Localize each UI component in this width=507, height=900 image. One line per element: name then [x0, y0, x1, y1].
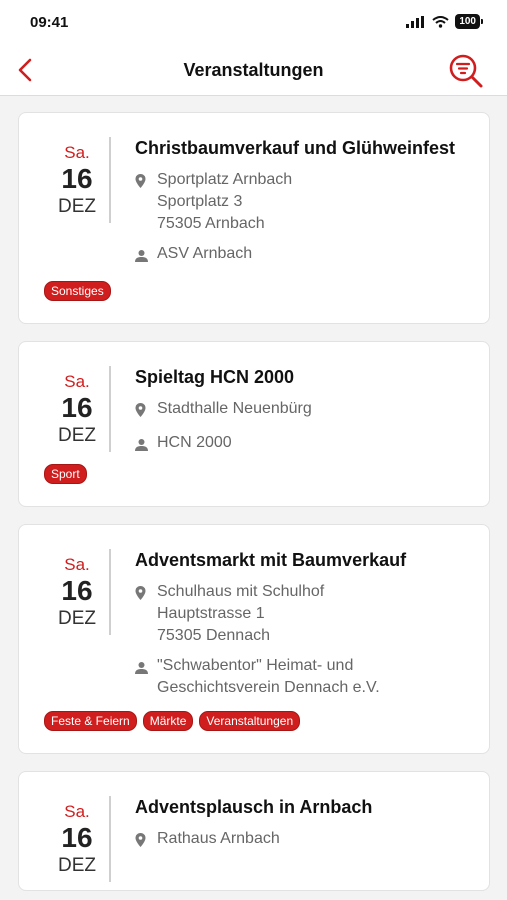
page-title: Veranstaltungen — [183, 60, 324, 80]
person-icon — [135, 432, 157, 458]
location-pin-icon — [135, 828, 157, 854]
event-tags: Sport — [44, 464, 469, 484]
category-tag[interactable]: Veranstaltungen — [199, 711, 301, 731]
location-pin-icon — [135, 169, 157, 195]
event-title: Adventsmarkt mit Baumverkauf — [135, 550, 407, 570]
event-title: Spieltag HCN 2000 — [135, 367, 295, 387]
event-location: Stadthalle Neuenbürg — [135, 398, 469, 424]
event-date: Sa. 16 DEZ — [45, 137, 111, 223]
search-filter-icon[interactable] — [447, 52, 485, 90]
event-day-number: 16 — [61, 392, 93, 423]
event-card[interactable]: Sa. 16 DEZ Adventsmarkt mit Baumverkauf … — [18, 524, 490, 754]
event-month: DEZ — [58, 196, 96, 217]
event-date: Sa. 16 DEZ — [45, 796, 111, 882]
battery-icon: 100 — [455, 14, 483, 29]
event-date: Sa. 16 DEZ — [45, 549, 111, 635]
event-tags: Sonstiges — [44, 281, 469, 301]
event-card[interactable]: Sa. 16 DEZ Spieltag HCN 2000 Stadthalle … — [18, 341, 490, 507]
location-line: 75305 Dennach — [157, 627, 270, 644]
organizer-line: ASV Arnbach — [157, 245, 253, 262]
event-title: Christbaumverkauf und Glühweinfest — [135, 138, 456, 158]
location-line: Sportplatz 3 — [157, 193, 243, 210]
status-time: 09:41 — [30, 14, 69, 31]
location-line: Stadthalle Neuenbürg — [157, 400, 312, 417]
event-month: DEZ — [58, 855, 96, 876]
event-tags: Feste & Feiern Märkte Veranstaltungen — [44, 711, 469, 731]
event-day-number: 16 — [61, 163, 93, 194]
location-line: Schulhaus mit Schulhof — [157, 583, 325, 600]
location-line: Rathaus Arnbach — [157, 830, 280, 847]
event-organizer: "Schwabentor" Heimat- und Geschichtsvere… — [135, 655, 469, 699]
location-pin-icon — [135, 581, 157, 607]
event-location: Sportplatz Arnbach Sportplatz 3 75305 Ar… — [135, 169, 469, 235]
event-card[interactable]: Sa. 16 DEZ Adventsplausch in Arnbach Rat… — [18, 771, 490, 891]
location-line: Hauptstrasse 1 — [157, 605, 265, 622]
event-weekday: Sa. — [64, 143, 90, 162]
event-location: Rathaus Arnbach — [135, 828, 469, 854]
category-tag[interactable]: Märkte — [142, 711, 194, 731]
event-date: Sa. 16 DEZ — [45, 366, 111, 452]
signal-icon — [406, 15, 425, 28]
organizer-line: Geschichtsverein Dennach e.V. — [157, 679, 380, 696]
wifi-icon — [432, 15, 449, 28]
person-icon — [135, 655, 157, 681]
location-line: 75305 Arnbach — [157, 215, 265, 232]
category-tag[interactable]: Feste & Feiern — [44, 711, 137, 731]
category-tag[interactable]: Sonstiges — [44, 281, 111, 301]
nav-bar: Veranstaltungen — [0, 46, 507, 96]
event-month: DEZ — [58, 608, 96, 629]
event-organizer: ASV Arnbach — [135, 243, 469, 269]
event-day-number: 16 — [61, 822, 93, 853]
event-weekday: Sa. — [64, 555, 90, 574]
person-icon — [135, 243, 157, 269]
status-icons: 100 — [406, 14, 483, 29]
event-weekday: Sa. — [64, 372, 90, 391]
organizer-line: "Schwabentor" Heimat- und — [157, 657, 354, 674]
event-weekday: Sa. — [64, 802, 90, 821]
event-month: DEZ — [58, 425, 96, 446]
location-line: Sportplatz Arnbach — [157, 171, 293, 188]
status-bar: 09:41 100 — [0, 0, 507, 46]
category-tag[interactable]: Sport — [44, 464, 87, 484]
location-pin-icon — [135, 398, 157, 424]
event-organizer: HCN 2000 — [135, 432, 469, 458]
event-day-number: 16 — [61, 575, 93, 606]
event-title: Adventsplausch in Arnbach — [135, 797, 373, 817]
event-location: Schulhaus mit Schulhof Hauptstrasse 1 75… — [135, 581, 469, 647]
event-list: Sa. 16 DEZ Christbaumverkauf und Glühwei… — [18, 112, 490, 900]
event-card[interactable]: Sa. 16 DEZ Christbaumverkauf und Glühwei… — [18, 112, 490, 324]
organizer-line: HCN 2000 — [157, 434, 232, 451]
